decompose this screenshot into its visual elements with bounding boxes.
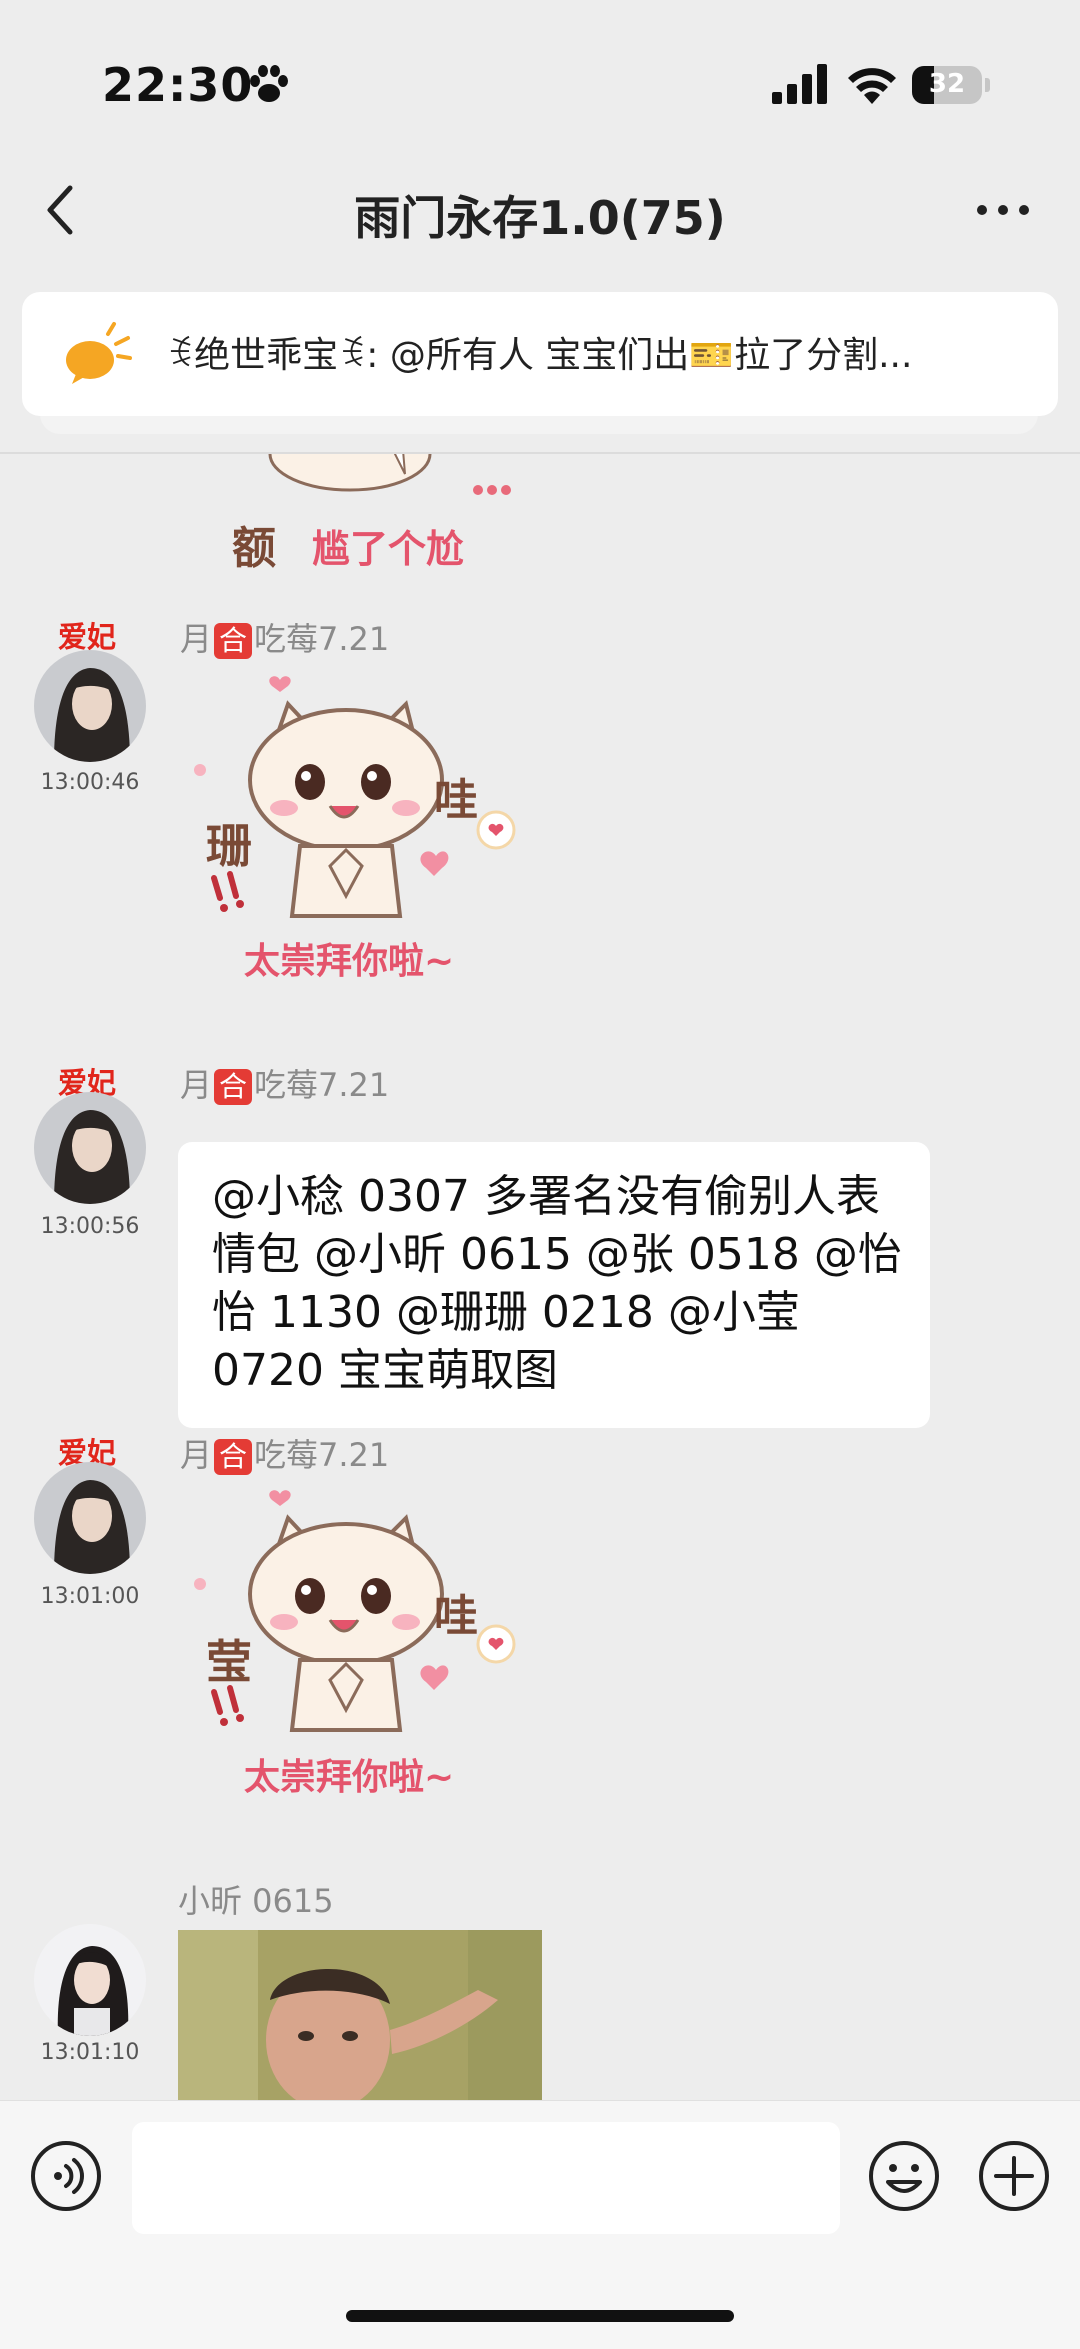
sender-name-prefix: 月 xyxy=(180,1436,213,1474)
battery-tip xyxy=(985,78,990,92)
avatar[interactable] xyxy=(34,1092,146,1204)
sender-name-suffix: 吃莓7.21 xyxy=(254,1066,390,1104)
message-time: 13:01:00 xyxy=(40,1584,140,1609)
chat-title: 雨门永存1.0(75) xyxy=(354,191,726,245)
paw-icon xyxy=(250,65,288,102)
battery-percent: 32 xyxy=(928,69,966,99)
avatar[interactable] xyxy=(34,650,146,762)
announcement-icon xyxy=(66,322,132,384)
avatar[interactable] xyxy=(34,1462,146,1574)
sticker-caption-right: 尴了个尬 xyxy=(312,527,465,571)
sender-badge: 合 xyxy=(214,1439,253,1475)
message-3: 爱妃 13:01:00 月合吃莓7.21 莹 哇 太崇拜你啦~ xyxy=(0,1430,1080,1850)
voice-input-icon[interactable] xyxy=(30,2140,102,2212)
message-text: @小稔 0307 多署名没有偷别人表情包 @小昕 0615 @张 0518 @怡… xyxy=(212,1171,902,1396)
avatar[interactable] xyxy=(34,1924,146,2036)
status-time: 22:30 xyxy=(102,58,254,112)
sender-name: 月合吃莓7.21 xyxy=(180,614,389,660)
message-4: 13:01:10 小昕 0615 xyxy=(0,1876,1080,2100)
sender-name-prefix: 月 xyxy=(180,620,213,658)
emoji-icon[interactable] xyxy=(868,2140,940,2212)
sticker-caption-bottom: 太崇拜你啦~ xyxy=(244,941,455,982)
message-time: 13:00:46 xyxy=(40,770,140,795)
sender-name-suffix: 吃莓7.21 xyxy=(254,1436,390,1474)
message-time: 13:00:56 xyxy=(40,1214,140,1239)
home-indicator[interactable] xyxy=(346,2310,734,2322)
sticker-caption-bottom: 太崇拜你啦~ xyxy=(244,1757,455,1798)
status-bar: 22:30 32 xyxy=(0,0,1080,170)
message-1: 爱妃 13:00:46 月合吃莓7.21 珊 哇 太崇拜你啦~ xyxy=(0,614,1080,1034)
sticker-caption-left: 珊 xyxy=(206,819,252,873)
sticker-caption-left: 莹 xyxy=(206,1635,252,1689)
sender-badge: 合 xyxy=(214,623,253,659)
image-message[interactable] xyxy=(178,1930,542,2100)
message-input[interactable] xyxy=(132,2122,840,2234)
sender-name: 月合吃莓7.21 xyxy=(180,1430,389,1476)
sender-name-suffix: 吃莓7.21 xyxy=(254,620,390,658)
notice-text: ꉂ绝世乖宝ꉂ: @所有人 宝宝们出🎫拉了分割... xyxy=(166,335,913,376)
sticker-caption-left: 额 xyxy=(232,523,276,574)
sender-name: 月合吃莓7.21 xyxy=(180,1060,389,1106)
wifi-icon xyxy=(848,68,896,104)
avatar-image xyxy=(34,650,146,762)
message-time: 13:01:10 xyxy=(40,2040,140,2065)
sender-name-prefix: 月 xyxy=(180,1066,213,1104)
photo-thumbnail xyxy=(178,1930,542,2100)
chat-area[interactable]: 额 尴了个尬 爱妃 13:00:46 月合吃莓7.21 珊 哇 太崇拜你啦~ 爱… xyxy=(0,454,1080,2100)
more-functions-plus-icon[interactable] xyxy=(978,2140,1050,2212)
avatar-image xyxy=(34,1462,146,1574)
sender-badge: 合 xyxy=(214,1069,253,1105)
sticker-caption-right: 哇 xyxy=(434,1591,478,1642)
avatar-image xyxy=(34,1924,146,2036)
battery-indicator: 32 xyxy=(912,66,982,104)
more-options-icon[interactable] xyxy=(976,196,1030,224)
cellular-signal-icon xyxy=(772,64,827,104)
sticker-caption-right: 哇 xyxy=(434,775,478,826)
sender-name: 小昕 0615 xyxy=(178,1882,334,1920)
avatar-image xyxy=(34,1092,146,1204)
